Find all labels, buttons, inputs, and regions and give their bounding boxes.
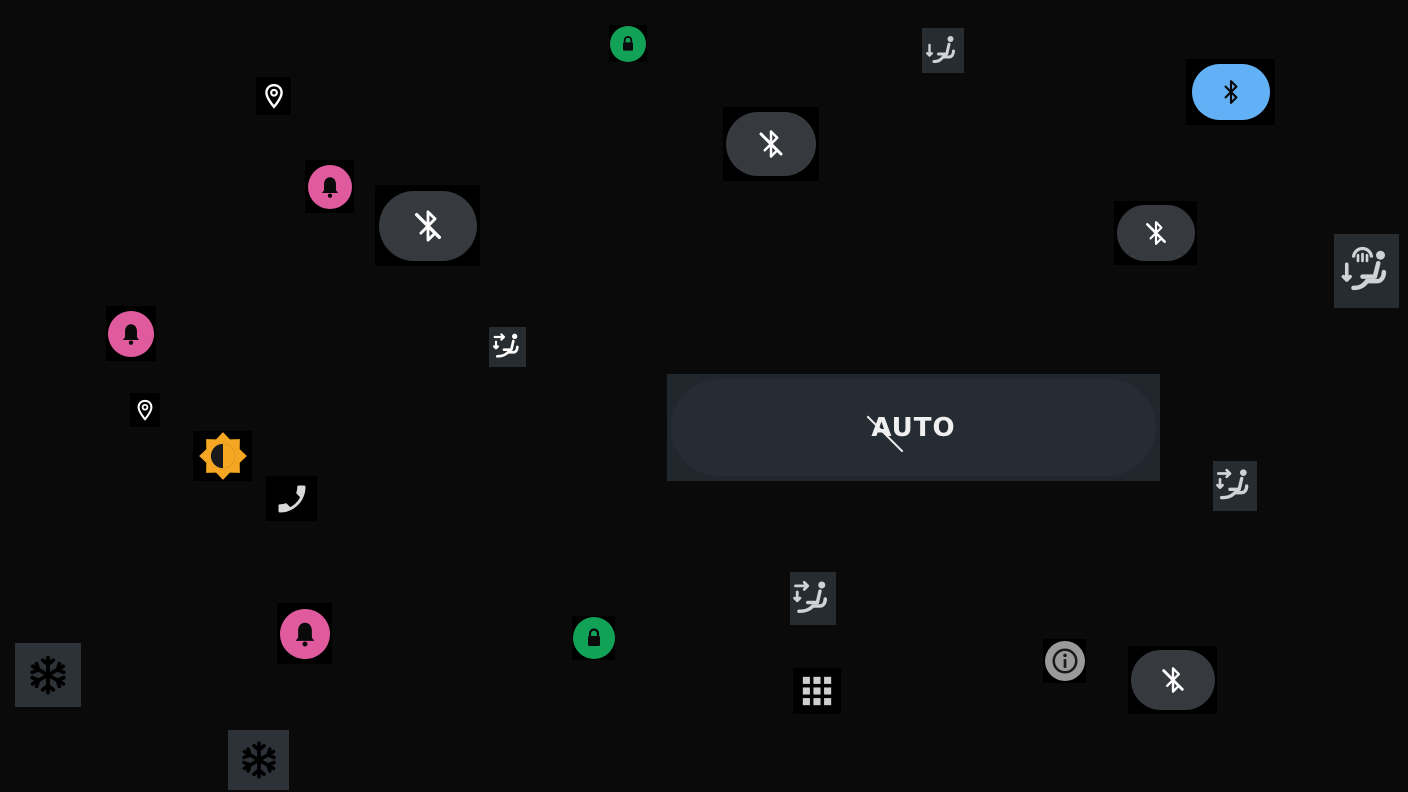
location-button[interactable] xyxy=(130,393,160,427)
seat-airflow-icon xyxy=(1215,466,1255,506)
notification-badge xyxy=(108,310,154,357)
notification-bell-icon xyxy=(317,174,343,200)
notification-bell-icon xyxy=(290,619,320,649)
info-icon xyxy=(1050,646,1080,676)
bluetooth-toggle-off[interactable] xyxy=(375,185,480,266)
bluetooth-toggle-on[interactable] xyxy=(1186,59,1275,125)
seat-airflow-down-icon xyxy=(925,33,961,69)
notification-badge xyxy=(279,608,330,659)
bluetooth-off-icon xyxy=(756,129,786,159)
lock-button[interactable] xyxy=(572,616,615,660)
lock-button[interactable] xyxy=(609,25,647,62)
defrost-snowflake-icon xyxy=(27,654,69,696)
phone-button[interactable] xyxy=(266,476,317,521)
bluetooth-off-pill xyxy=(1130,650,1215,710)
bluetooth-toggle-off[interactable] xyxy=(1114,201,1197,265)
lock-icon xyxy=(618,34,638,54)
apps-grid-icon xyxy=(800,674,834,708)
defrost-button[interactable] xyxy=(228,730,289,790)
location-pin-icon xyxy=(134,397,156,423)
location-button[interactable] xyxy=(256,77,291,115)
lock-badge xyxy=(572,617,615,659)
defrost-button[interactable] xyxy=(15,643,81,707)
phone-icon xyxy=(274,481,310,517)
seat-airflow-button[interactable] xyxy=(1213,461,1257,511)
info-badge xyxy=(1044,641,1085,681)
seat-airflow-icon xyxy=(792,578,834,620)
bluetooth-off-icon xyxy=(1159,666,1187,694)
auto-climate-button[interactable]: AUTO xyxy=(671,379,1156,476)
location-pin-icon xyxy=(261,81,287,111)
bluetooth-off-pill xyxy=(726,112,816,176)
bluetooth-off-pill xyxy=(1116,205,1195,261)
notification-button[interactable] xyxy=(305,160,354,213)
bluetooth-off-icon xyxy=(1143,220,1169,246)
seat-heat-button[interactable] xyxy=(1334,234,1399,308)
notification-bell-icon xyxy=(118,321,144,347)
seat-airflow-button[interactable] xyxy=(922,28,964,73)
seat-airflow-button[interactable] xyxy=(489,327,526,367)
notification-badge xyxy=(307,164,352,209)
brightness-icon xyxy=(197,430,249,482)
auto-label: AUTO xyxy=(866,413,955,452)
bluetooth-toggle-off[interactable] xyxy=(723,107,819,181)
defrost-snowflake-icon xyxy=(239,740,279,780)
apps-grid-button[interactable] xyxy=(793,668,841,714)
seat-airflow-icon xyxy=(492,331,524,363)
notification-button[interactable] xyxy=(277,603,332,664)
seat-heat-icon xyxy=(1340,244,1394,298)
auto-climate-panel: AUTO xyxy=(667,374,1160,481)
lock-icon xyxy=(582,626,606,650)
bluetooth-toggle-off[interactable] xyxy=(1128,646,1217,714)
bluetooth-pill xyxy=(1191,64,1270,120)
brightness-button[interactable] xyxy=(193,431,252,481)
bluetooth-off-pill xyxy=(378,190,477,261)
info-button[interactable] xyxy=(1043,639,1086,683)
lock-badge xyxy=(610,25,646,62)
seat-airflow-button[interactable] xyxy=(790,572,836,625)
bluetooth-off-icon xyxy=(411,209,445,243)
bluetooth-icon xyxy=(1218,79,1244,105)
notification-button[interactable] xyxy=(106,306,156,361)
